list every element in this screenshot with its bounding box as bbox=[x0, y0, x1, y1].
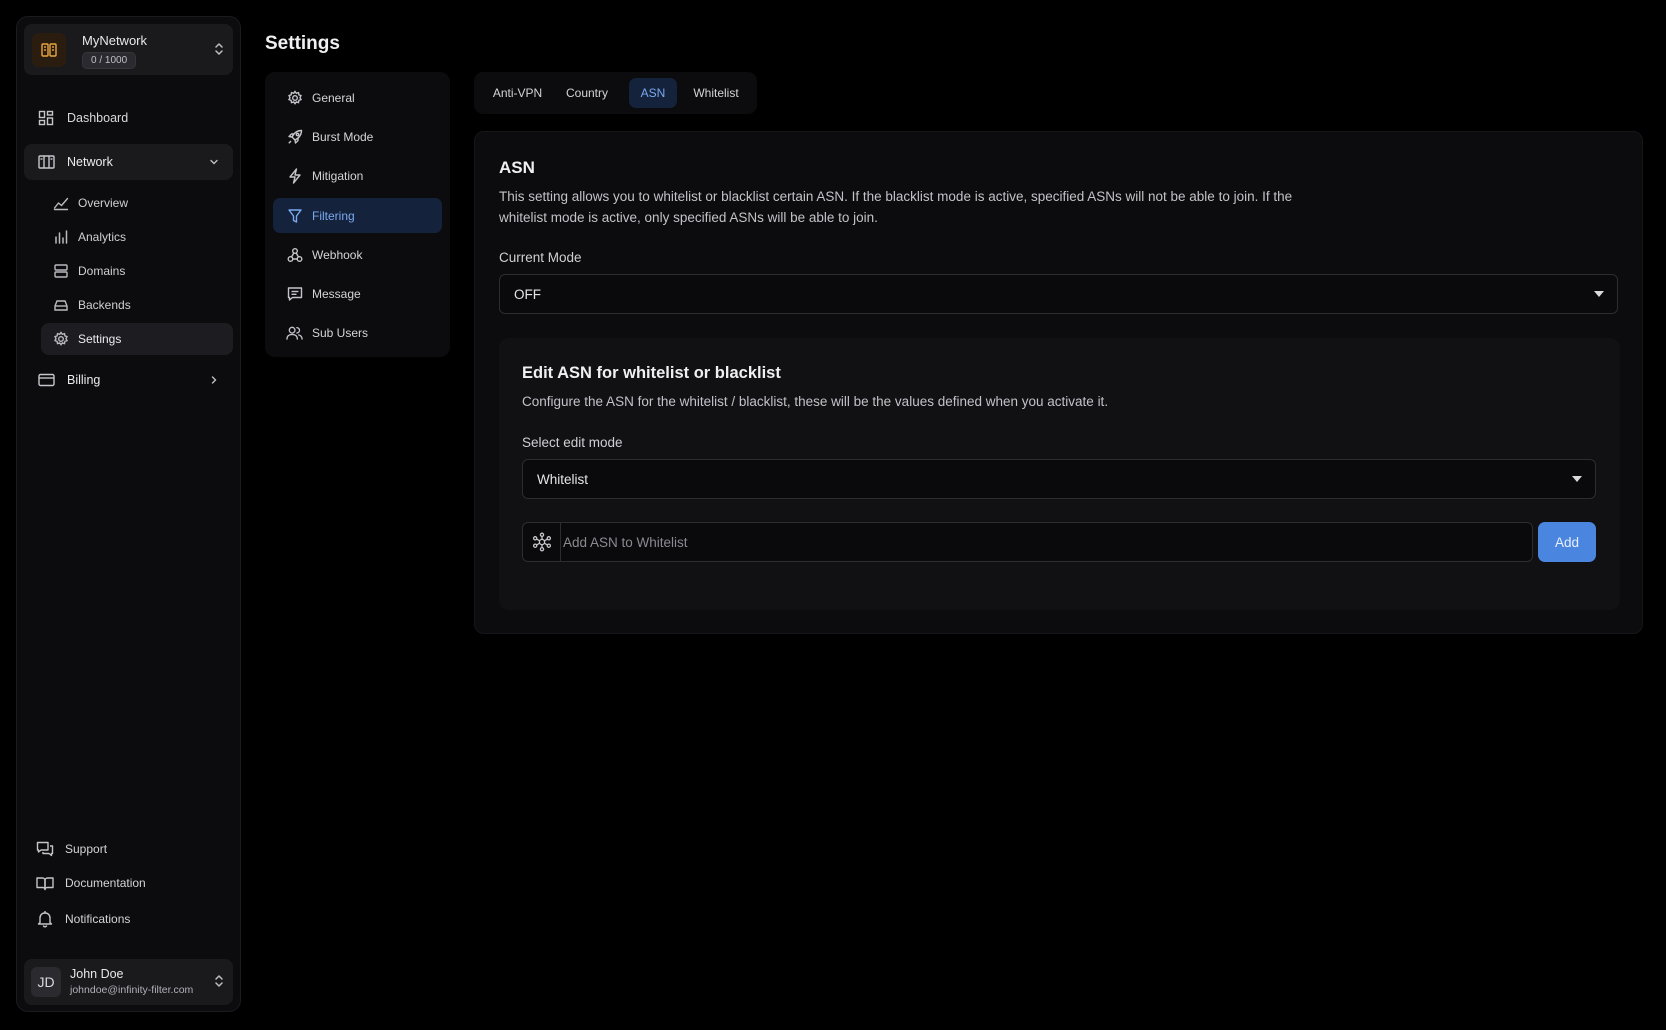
grid-icon bbox=[37, 109, 55, 127]
settings-nav-label: Message bbox=[312, 286, 361, 301]
sidebar-subitem-label: Backends bbox=[78, 298, 131, 312]
network-panel-icon bbox=[37, 153, 55, 171]
edit-panel-title: Edit ASN for whitelist or blacklist bbox=[522, 364, 781, 382]
notifications-label: Notifications bbox=[65, 912, 131, 926]
edit-mode-label: Select edit mode bbox=[522, 435, 623, 450]
user-email: johndoe@infinity-filter.com bbox=[70, 984, 194, 996]
section-title: ASN bbox=[499, 158, 535, 177]
section-description: This setting allows you to whitelist or … bbox=[499, 189, 1293, 225]
settings-nav-label: Mitigation bbox=[312, 168, 364, 183]
sidebar: MyNetwork 0 / 1000 Dashboard Network Ove… bbox=[16, 16, 241, 1012]
gear-icon bbox=[53, 331, 69, 347]
rocket-icon bbox=[286, 128, 303, 145]
page-title: Settings bbox=[265, 33, 340, 54]
chevron-up-down-icon bbox=[214, 973, 224, 989]
add-asn-input-group bbox=[522, 522, 1533, 562]
hub-network-icon bbox=[523, 523, 561, 561]
sidebar-subitem-label: Settings bbox=[78, 332, 122, 346]
network-quota-badge: 0 / 1000 bbox=[82, 52, 137, 69]
settings-nav-burst-mode[interactable]: Burst Mode bbox=[273, 119, 442, 154]
tab-asn[interactable]: ASN bbox=[629, 78, 677, 108]
sidebar-subitem-label: Overview bbox=[78, 196, 129, 210]
user-menu[interactable]: JD John Doe johndoe@infinity-filter.com bbox=[24, 959, 233, 1005]
edit-asn-panel: Edit ASN for whitelist or blacklist Conf… bbox=[499, 338, 1620, 610]
asn-input[interactable] bbox=[561, 523, 1532, 561]
tab-whitelist[interactable]: Whitelist bbox=[682, 78, 750, 108]
funnel-icon bbox=[286, 207, 303, 224]
network-name: MyNetwork bbox=[82, 33, 148, 48]
sidebar-item-billing[interactable]: Billing bbox=[24, 362, 233, 398]
sidebar-subitem-domains[interactable]: Domains bbox=[41, 255, 233, 287]
sidebar-subitem-analytics[interactable]: Analytics bbox=[41, 221, 233, 253]
chat-bubbles-icon bbox=[36, 840, 54, 858]
server-stack-icon bbox=[53, 263, 69, 279]
current-mode-value: OFF bbox=[514, 286, 541, 302]
edit-panel-description: Configure the ASN for the whitelist / bl… bbox=[522, 394, 1109, 409]
current-mode-label: Current Mode bbox=[499, 250, 582, 265]
filter-tabs: Anti-VPN Country ASN Whitelist bbox=[474, 72, 757, 114]
settings-nav-label: Burst Mode bbox=[312, 129, 374, 144]
bell-icon bbox=[36, 910, 54, 928]
current-mode-select[interactable]: OFF bbox=[499, 274, 1618, 314]
sidebar-item-label: Dashboard bbox=[67, 111, 129, 125]
sidebar-footer-documentation[interactable]: Documentation bbox=[24, 868, 233, 898]
settings-nav-label: Webhook bbox=[312, 247, 363, 262]
support-label: Support bbox=[65, 842, 108, 856]
tab-country[interactable]: Country bbox=[557, 78, 617, 108]
sidebar-subitem-label: Domains bbox=[78, 264, 126, 278]
settings-nav-webhook[interactable]: Webhook bbox=[273, 237, 442, 272]
settings-nav-label: Filtering bbox=[312, 208, 355, 223]
webhook-icon bbox=[286, 246, 303, 263]
add-asn-button[interactable]: Add bbox=[1538, 522, 1596, 562]
settings-nav-filtering[interactable]: Filtering bbox=[273, 198, 442, 233]
settings-nav-mitigation[interactable]: Mitigation bbox=[273, 158, 442, 193]
credit-card-icon bbox=[37, 371, 55, 389]
sidebar-item-label: Billing bbox=[67, 373, 101, 387]
sidebar-footer-notifications[interactable]: Notifications bbox=[24, 904, 233, 934]
hard-drive-icon bbox=[53, 297, 69, 313]
user-name: John Doe bbox=[70, 967, 124, 981]
lightning-bolt-icon bbox=[286, 167, 303, 184]
avatar: JD bbox=[31, 967, 61, 997]
settings-nav-sub-users[interactable]: Sub Users bbox=[273, 315, 442, 350]
edit-mode-value: Whitelist bbox=[537, 471, 589, 487]
chevron-right-icon bbox=[209, 375, 219, 385]
gear-icon bbox=[286, 89, 303, 106]
settings-nav-label: General bbox=[312, 90, 355, 105]
settings-nav-label: Sub Users bbox=[312, 325, 369, 340]
tab-anti-vpn[interactable]: Anti-VPN bbox=[482, 78, 553, 108]
sidebar-subitem-settings[interactable]: Settings bbox=[41, 323, 233, 355]
settings-nav-general[interactable]: General bbox=[273, 80, 442, 115]
caret-down-icon bbox=[1594, 291, 1604, 297]
asn-settings-card: ASN This setting allows you to whitelist… bbox=[474, 131, 1643, 634]
trend-line-icon bbox=[53, 195, 69, 211]
settings-nav-message[interactable]: Message bbox=[273, 276, 442, 311]
settings-nav: General Burst Mode Mitigation Filtering bbox=[265, 72, 450, 357]
documentation-label: Documentation bbox=[65, 876, 146, 890]
sidebar-subitem-label: Analytics bbox=[78, 230, 127, 244]
book-open-icon bbox=[36, 874, 54, 892]
sidebar-footer-support[interactable]: Support bbox=[24, 834, 233, 864]
message-icon bbox=[286, 285, 303, 302]
bar-chart-icon bbox=[53, 229, 69, 245]
sidebar-subitem-overview[interactable]: Overview bbox=[41, 187, 233, 219]
sidebar-item-dashboard[interactable]: Dashboard bbox=[24, 100, 233, 136]
server-rack-icon bbox=[32, 33, 66, 67]
chevron-down-icon bbox=[209, 157, 219, 167]
caret-down-icon bbox=[1572, 476, 1582, 482]
edit-mode-select[interactable]: Whitelist bbox=[522, 459, 1596, 499]
sidebar-subitem-backends[interactable]: Backends bbox=[41, 289, 233, 321]
sidebar-item-network[interactable]: Network bbox=[24, 144, 233, 180]
sidebar-item-label: Network bbox=[67, 155, 113, 169]
chevron-up-down-icon bbox=[214, 41, 224, 57]
users-icon bbox=[286, 324, 303, 341]
network-switcher[interactable]: MyNetwork 0 / 1000 bbox=[24, 24, 233, 75]
